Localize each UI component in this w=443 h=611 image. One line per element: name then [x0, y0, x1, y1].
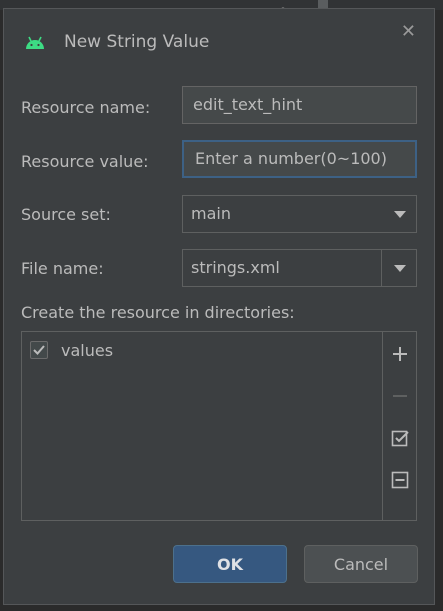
select-all-icon[interactable] — [387, 425, 413, 451]
combo-separator — [381, 250, 382, 286]
source-set-dropdown[interactable]: main — [182, 195, 417, 233]
background-scrollbar — [318, 0, 328, 8]
unselect-all-icon[interactable] — [387, 467, 413, 493]
resource-name-field[interactable]: edit_text_hint — [182, 86, 417, 124]
directories-panel: values — [21, 331, 417, 521]
remove-icon[interactable] — [387, 383, 413, 409]
directory-label: values — [61, 340, 114, 360]
file-name-label: File name: — [21, 259, 104, 278]
resource-name-label: Resource name: — [21, 98, 151, 117]
file-name-value: strings.xml — [191, 258, 280, 277]
close-icon[interactable]: ✕ — [401, 21, 416, 42]
ok-button[interactable]: OK — [173, 545, 287, 583]
source-set-label: Source set: — [21, 205, 111, 224]
resource-value-field[interactable]: Enter a number(0~100) — [182, 140, 417, 178]
directories-label: Create the resource in directories: — [21, 303, 295, 322]
directories-list: values — [22, 332, 383, 520]
values-checkbox[interactable] — [30, 341, 48, 359]
chevron-down-icon — [394, 211, 406, 218]
cancel-button[interactable]: Cancel — [304, 545, 418, 583]
dialog-title: New String Value — [64, 32, 210, 52]
file-name-combobox[interactable]: strings.xml — [182, 249, 417, 287]
resource-value-label: Resource value: — [21, 152, 149, 171]
list-item[interactable]: values — [30, 339, 113, 361]
source-set-value: main — [191, 204, 231, 223]
add-icon[interactable] — [387, 341, 413, 367]
dialog-title-bar[interactable]: New String Value ✕ — [4, 9, 434, 77]
chevron-down-icon[interactable] — [394, 265, 406, 272]
android-icon — [24, 34, 46, 50]
new-string-value-dialog: New String Value ✕ Resource name: edit_t… — [3, 8, 435, 605]
